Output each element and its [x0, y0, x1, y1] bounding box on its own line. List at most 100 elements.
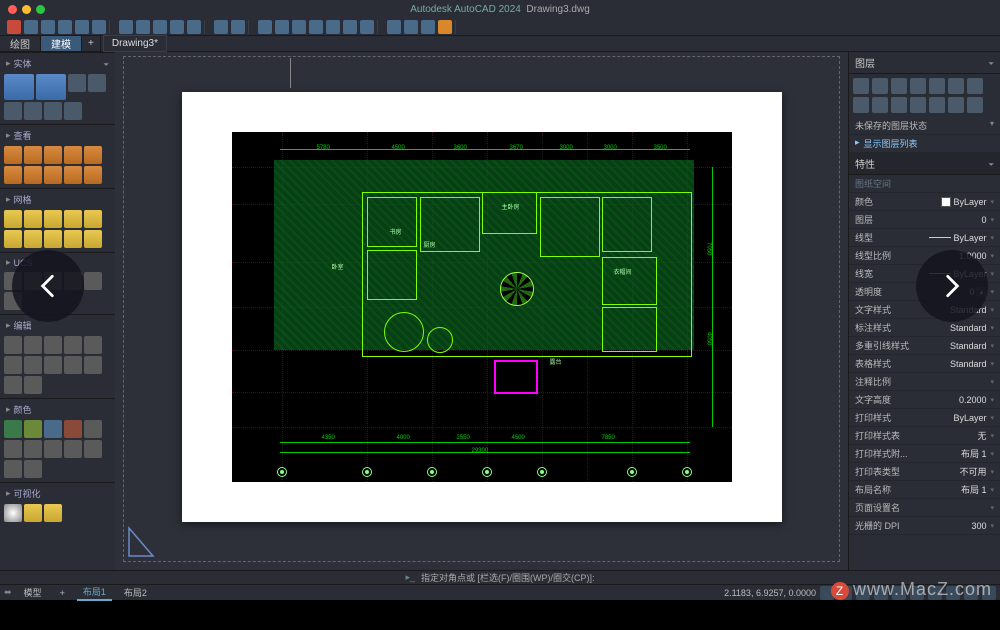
gallery-next-button[interactable]	[916, 250, 988, 322]
print-icon[interactable]	[153, 20, 167, 34]
gallery-prev-button[interactable]	[12, 250, 84, 322]
smooth-icon[interactable]	[24, 230, 42, 248]
soldraw-icon[interactable]	[4, 460, 22, 478]
prop-row[interactable]: 光栅的 DPI300▾	[849, 517, 1000, 535]
solprof-icon[interactable]	[64, 440, 82, 458]
section-mesh[interactable]: ▸网格	[2, 191, 113, 208]
share-icon[interactable]	[387, 20, 401, 34]
polar-icon[interactable]	[874, 586, 888, 600]
xref-icon[interactable]	[360, 20, 374, 34]
prop-row[interactable]: 打印样式附...布局 1▾	[849, 445, 1000, 463]
drawing-canvas[interactable]: 5780 4500 3600 3670 3000 3000 3500 4350 …	[115, 52, 848, 570]
layer-match-icon[interactable]	[872, 97, 888, 113]
crease-icon[interactable]	[64, 230, 82, 248]
section-view[interactable]: ▸查看	[2, 127, 113, 144]
saveas-icon[interactable]	[92, 20, 106, 34]
cube-red-icon[interactable]	[64, 420, 82, 438]
redo-icon[interactable]	[231, 20, 245, 34]
new-icon[interactable]	[24, 20, 38, 34]
wedge-icon[interactable]	[24, 102, 42, 120]
layer-off-icon[interactable]	[872, 78, 888, 94]
expand-icon[interactable]: ⬌	[4, 587, 12, 598]
open-icon[interactable]	[41, 20, 55, 34]
extrude-icon[interactable]	[36, 74, 66, 100]
minimize-window-icon[interactable]	[22, 5, 31, 14]
fullscreen-icon[interactable]	[964, 586, 978, 600]
orbit-icon[interactable]	[4, 146, 22, 164]
undo-icon[interactable]	[214, 20, 228, 34]
lwt-icon[interactable]	[928, 586, 942, 600]
cube-olive-icon[interactable]	[24, 420, 42, 438]
tab-add-layout[interactable]: +	[54, 587, 71, 599]
array-icon[interactable]	[84, 336, 102, 354]
box-icon[interactable]	[4, 74, 34, 100]
layer-merge-icon[interactable]	[948, 97, 964, 113]
section-icon[interactable]	[24, 440, 42, 458]
snap-icon[interactable]	[820, 586, 834, 600]
light-icon[interactable]	[24, 504, 42, 522]
model-viewport[interactable]: 5780 4500 3600 3670 3000 3000 3500 4350 …	[232, 132, 732, 482]
dyn-icon[interactable]	[910, 586, 924, 600]
ucs-z-icon[interactable]	[84, 272, 102, 290]
trim-icon[interactable]	[44, 356, 62, 374]
close-window-icon[interactable]	[8, 5, 17, 14]
prop-row[interactable]: 多重引线样式Standard▾	[849, 337, 1000, 355]
cloud-icon[interactable]	[421, 20, 435, 34]
move-icon[interactable]	[4, 336, 22, 354]
mirror-icon[interactable]	[64, 336, 82, 354]
extend-icon[interactable]	[64, 356, 82, 374]
refine-icon[interactable]	[44, 230, 62, 248]
match-icon[interactable]	[309, 20, 323, 34]
grid-icon[interactable]	[838, 586, 852, 600]
solview-icon[interactable]	[84, 440, 102, 458]
anno-icon[interactable]	[946, 586, 960, 600]
pyramid-icon[interactable]	[64, 102, 82, 120]
layer-del-icon[interactable]	[967, 97, 983, 113]
mesh-sphere-icon[interactable]	[64, 210, 82, 228]
prop-row[interactable]: 线型ByLayer▾	[849, 229, 1000, 247]
presspull-icon[interactable]	[84, 146, 102, 164]
cube-green-icon[interactable]	[4, 420, 22, 438]
prop-row[interactable]: 打印样式ByLayer▾	[849, 409, 1000, 427]
align-icon[interactable]	[4, 376, 22, 394]
join-icon[interactable]	[4, 440, 22, 458]
batch-plot-icon[interactable]	[187, 20, 201, 34]
publish-icon[interactable]	[170, 20, 184, 34]
sphere-icon[interactable]	[88, 74, 106, 92]
erase-icon[interactable]	[24, 376, 42, 394]
layer-state-icon[interactable]	[910, 97, 926, 113]
tab-draw[interactable]: 绘图	[0, 36, 41, 51]
offset-icon[interactable]	[84, 356, 102, 374]
chamfer-icon[interactable]	[24, 356, 42, 374]
intersect-icon[interactable]	[44, 166, 62, 184]
tab-model[interactable]: 模型	[18, 585, 48, 600]
fillet-icon[interactable]	[4, 356, 22, 374]
customize-icon[interactable]	[982, 586, 996, 600]
rotate-icon[interactable]	[24, 336, 42, 354]
cone-icon[interactable]	[4, 102, 22, 120]
layer-new-icon[interactable]	[853, 78, 869, 94]
mesh-wedge-icon[interactable]	[4, 230, 22, 248]
notify-icon[interactable]	[438, 20, 452, 34]
prop-row[interactable]: 图层0▾	[849, 211, 1000, 229]
layer-filter-icon[interactable]	[929, 97, 945, 113]
mesh-box-icon[interactable]	[4, 210, 22, 228]
layer-state-dropdown[interactable]: 未保存的图层状态▾	[849, 117, 1000, 135]
command-line[interactable]: ▸_指定对角点或 [栏选(F)/圈围(WP)/圈交(CP)]:	[0, 570, 1000, 584]
revolve-icon[interactable]	[64, 146, 82, 164]
prop-row[interactable]: 注释比例▾	[849, 373, 1000, 391]
layer-iso-icon[interactable]	[948, 78, 964, 94]
section-solids[interactable]: ▸实体🞃	[2, 55, 113, 72]
layer-prev-icon[interactable]	[891, 97, 907, 113]
mesh-cyl-icon[interactable]	[44, 210, 62, 228]
maximize-window-icon[interactable]	[36, 5, 45, 14]
osnap-icon[interactable]	[892, 586, 906, 600]
prop-row[interactable]: 打印样式表无▾	[849, 427, 1000, 445]
paste-icon[interactable]	[292, 20, 306, 34]
material-sphere-icon[interactable]	[4, 504, 22, 522]
prop-row[interactable]: 表格样式Standard▾	[849, 355, 1000, 373]
union-icon[interactable]	[4, 166, 22, 184]
prop-row[interactable]: 颜色ByLayer▾	[849, 193, 1000, 211]
cylinder-icon[interactable]	[68, 74, 86, 92]
split-icon[interactable]	[84, 230, 102, 248]
